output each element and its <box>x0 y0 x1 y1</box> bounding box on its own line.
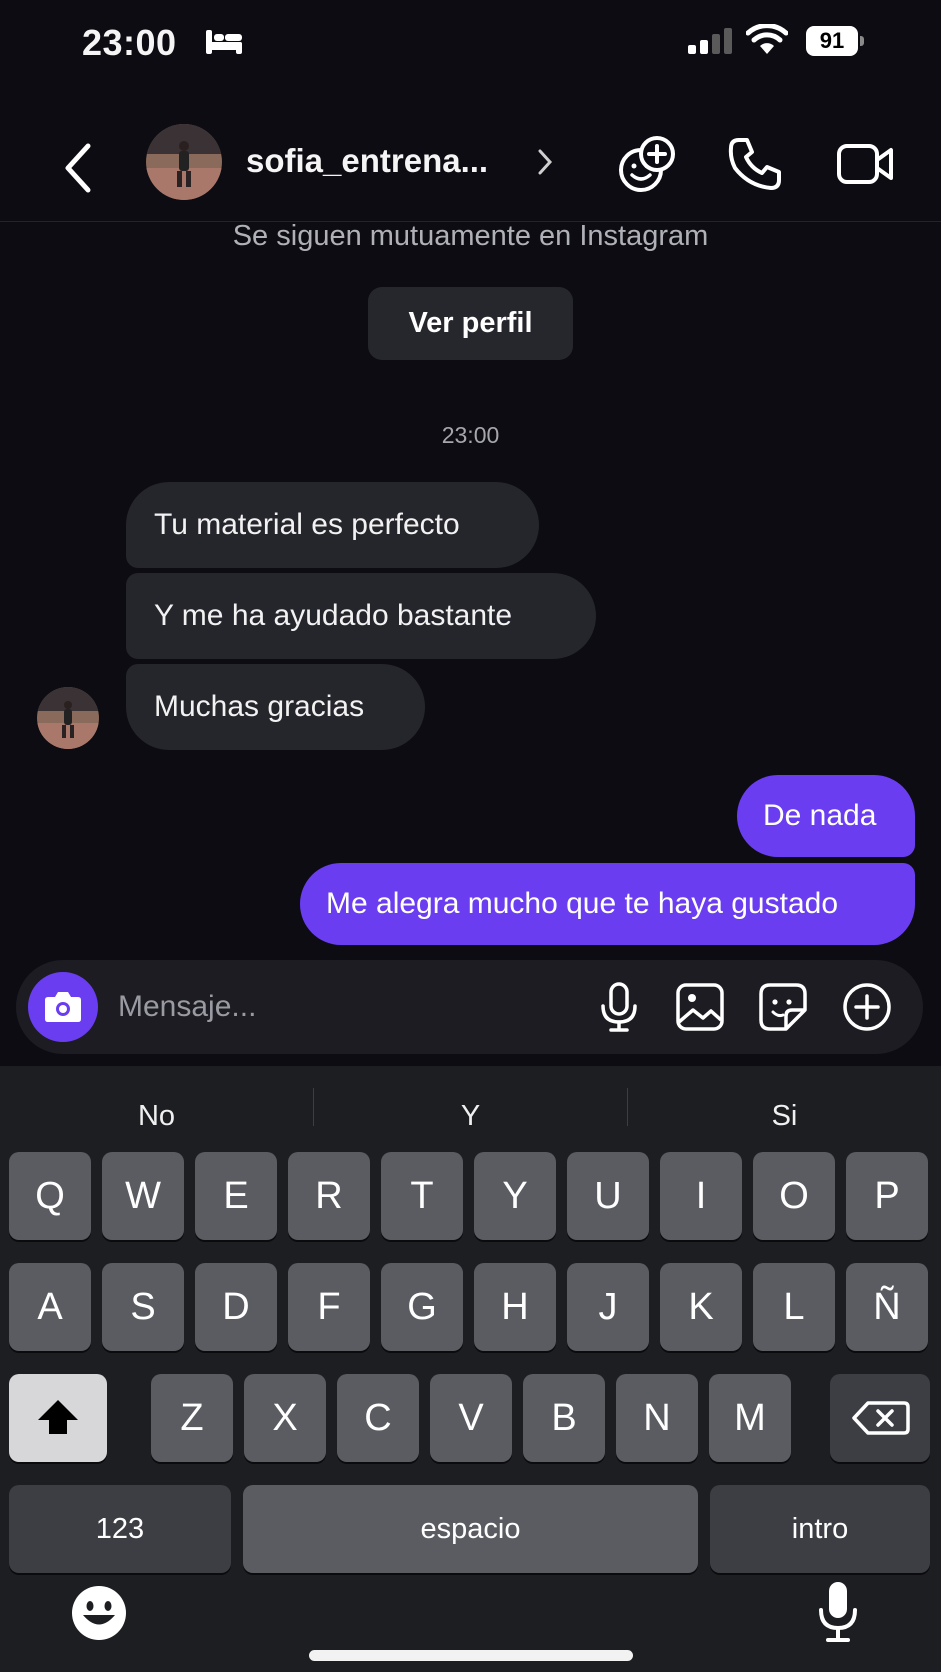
add-friend-icon[interactable] <box>617 134 677 194</box>
status-bar: 23:00 91 <box>0 0 941 90</box>
key-e[interactable]: E <box>195 1152 277 1240</box>
chevron-right-icon[interactable] <box>537 148 553 176</box>
key-z[interactable]: Z <box>151 1374 233 1462</box>
outgoing-message[interactable]: De nada <box>737 775 915 857</box>
outgoing-message[interactable]: Me alegra mucho que te haya gustado <box>300 863 915 945</box>
plus-icon[interactable] <box>840 980 894 1034</box>
key-o[interactable]: O <box>753 1152 835 1240</box>
key-enye[interactable]: Ñ <box>846 1263 928 1351</box>
space-key[interactable]: espacio <box>243 1485 698 1573</box>
status-time: 23:00 <box>82 22 177 63</box>
battery-level: 91 <box>806 26 858 56</box>
chat-username[interactable]: sofia_entrena... <box>246 142 488 180</box>
key-s[interactable]: S <box>102 1263 184 1351</box>
avatar[interactable] <box>146 124 222 200</box>
message-timestamp: 23:00 <box>441 422 500 448</box>
backspace-key[interactable] <box>830 1374 930 1462</box>
message-composer <box>16 960 923 1054</box>
sender-avatar[interactable] <box>37 687 99 749</box>
key-w[interactable]: W <box>102 1152 184 1240</box>
key-h[interactable]: H <box>474 1263 556 1351</box>
key-x[interactable]: X <box>244 1374 326 1462</box>
key-j[interactable]: J <box>567 1263 649 1351</box>
dictation-icon[interactable] <box>816 1580 860 1644</box>
battery-nub <box>860 36 864 46</box>
suggestion[interactable]: Si <box>628 1086 941 1146</box>
key-b[interactable]: B <box>523 1374 605 1462</box>
key-l[interactable]: L <box>753 1263 835 1351</box>
incoming-message[interactable]: Muchas gracias <box>126 664 425 750</box>
video-icon[interactable] <box>835 134 895 194</box>
key-y[interactable]: Y <box>474 1152 556 1240</box>
mutual-follow-text: Se siguen mutuamente en Instagram <box>232 220 709 252</box>
key-g[interactable]: G <box>381 1263 463 1351</box>
camera-button[interactable] <box>28 972 98 1042</box>
shift-icon <box>38 1400 78 1434</box>
key-q[interactable]: Q <box>9 1152 91 1240</box>
key-r[interactable]: R <box>288 1152 370 1240</box>
key-k[interactable]: K <box>660 1263 742 1351</box>
shift-key[interactable] <box>9 1374 107 1462</box>
camera-icon <box>45 992 81 1022</box>
key-u[interactable]: U <box>567 1152 649 1240</box>
suggestion[interactable]: Y <box>314 1086 627 1146</box>
numbers-key[interactable]: 123 <box>9 1485 231 1573</box>
home-indicator[interactable] <box>309 1650 633 1661</box>
key-i[interactable]: I <box>660 1152 742 1240</box>
emoji-icon[interactable] <box>70 1584 128 1642</box>
key-f[interactable]: F <box>288 1263 370 1351</box>
battery-indicator: 91 <box>806 26 864 56</box>
wifi-icon <box>746 24 788 54</box>
phone-icon[interactable] <box>725 134 785 194</box>
incoming-message[interactable]: Tu material es perfecto <box>126 482 539 568</box>
key-d[interactable]: D <box>195 1263 277 1351</box>
key-t[interactable]: T <box>381 1152 463 1240</box>
key-a[interactable]: A <box>9 1263 91 1351</box>
key-m[interactable]: M <box>709 1374 791 1462</box>
mic-icon[interactable] <box>592 980 646 1034</box>
view-profile-button[interactable]: Ver perfil <box>368 287 573 360</box>
chat-header: sofia_entrena... <box>0 110 941 222</box>
key-p[interactable]: P <box>846 1152 928 1240</box>
keyboard: No Y Si Q W E R T Y U I O P A S D F G H … <box>0 1066 941 1672</box>
back-icon[interactable] <box>58 140 98 196</box>
suggestion[interactable]: No <box>0 1086 313 1146</box>
sticker-icon[interactable] <box>756 980 810 1034</box>
key-v[interactable]: V <box>430 1374 512 1462</box>
key-c[interactable]: C <box>337 1374 419 1462</box>
image-icon[interactable] <box>673 980 727 1034</box>
bed-icon <box>206 30 242 54</box>
message-input[interactable] <box>118 982 538 1032</box>
backspace-icon <box>852 1401 910 1435</box>
return-key[interactable]: intro <box>710 1485 930 1573</box>
incoming-message[interactable]: Y me ha ayudado bastante <box>126 573 596 659</box>
key-n[interactable]: N <box>616 1374 698 1462</box>
signal-icon <box>688 28 732 54</box>
